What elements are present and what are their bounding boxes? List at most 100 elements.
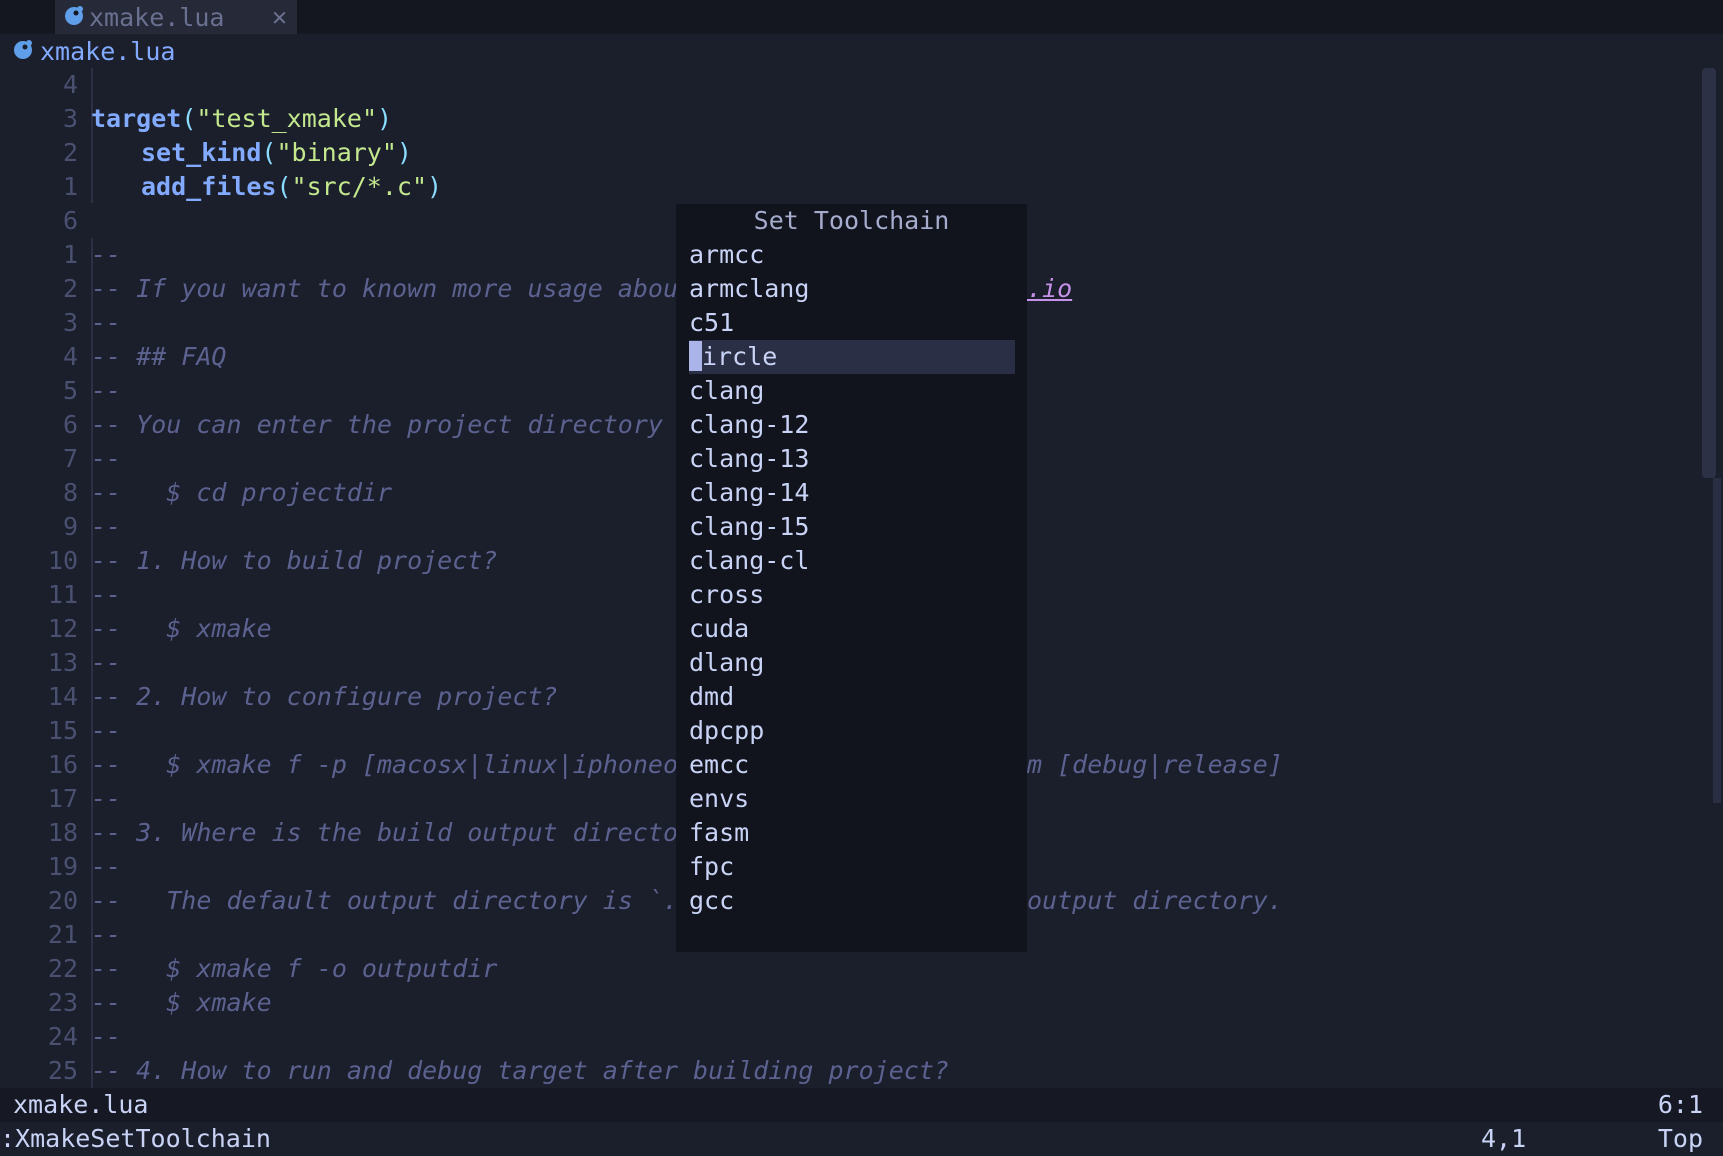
code-line[interactable]: 4 — [0, 68, 1700, 102]
line-content: -- — [91, 714, 121, 748]
toolchain-option[interactable]: dlang — [689, 646, 1015, 680]
toolchain-option[interactable]: armclang — [689, 272, 1015, 306]
statusline: xmake.lua 6:1 — [0, 1088, 1723, 1122]
status-position: 6:1 — [1657, 1090, 1703, 1119]
line-number: 10 — [47, 546, 78, 575]
line-content: -- ## FAQ — [91, 340, 226, 374]
comment-text: -- 3. Where is the build output director… — [91, 818, 724, 847]
toolchain-option-label: dmd — [689, 682, 735, 711]
line-number: 24 — [47, 1022, 78, 1051]
line-number: 19 — [47, 852, 78, 881]
toolchain-option[interactable]: clang-cl — [689, 544, 1015, 578]
function-name: target — [91, 104, 182, 133]
toolchain-option-label: clang-12 — [689, 410, 810, 439]
comment-text: -- 1. How to build project? — [91, 546, 498, 575]
toolchain-option[interactable]: gcc — [689, 884, 1015, 918]
line-content: -- 2. How to configure project? — [91, 680, 558, 714]
toolchain-option-label: gcc — [689, 886, 735, 915]
code-line[interactable]: 1 add_files("src/*.c") — [0, 170, 1700, 204]
toolchain-option[interactable]: envs — [689, 782, 1015, 816]
toolchain-option-label: cross — [689, 580, 765, 609]
comment-text: -- If you want to known more usage about… — [91, 274, 769, 303]
comment-text: -- — [91, 308, 122, 337]
punctuation: ( — [276, 172, 292, 201]
toolchain-option[interactable]: cross — [689, 578, 1015, 612]
toolchain-option[interactable]: emcc — [689, 748, 1015, 782]
toolchain-option[interactable]: clang-12 — [689, 408, 1015, 442]
toolchain-option[interactable]: clang-13 — [689, 442, 1015, 476]
line-content: -- — [91, 238, 121, 272]
toolchain-option-label: emcc — [689, 750, 750, 779]
comment-text: -- 2. How to configure project? — [91, 682, 558, 711]
code-line[interactable]: 22 -- $ xmake f -o outputdir — [0, 952, 1700, 986]
line-number: 23 — [47, 988, 78, 1017]
toolchain-option[interactable]: clang — [689, 374, 1015, 408]
toolchain-option-label: armcc — [689, 240, 765, 269]
punctuation: ) — [377, 104, 393, 133]
command-line[interactable]: :XmakeSetToolchain 4,1 Top — [0, 1122, 1723, 1156]
toolchain-option[interactable]: c51 — [689, 306, 1015, 340]
line-number: 2 — [62, 274, 78, 303]
comment-text: -- $ xmake — [91, 988, 272, 1017]
line-number: 20 — [47, 886, 78, 915]
toolchain-option-label: clang — [689, 376, 765, 405]
line-content: -- — [91, 646, 121, 680]
code-line[interactable]: 2 set_kind("binary") — [0, 136, 1700, 170]
line-content: -- $ xmake — [91, 612, 272, 646]
toolchain-picker: Set Toolchain armcc armclang c51 ircle clang… — [676, 204, 1027, 952]
tab-label: xmake.lua — [89, 2, 225, 32]
comment-text: -- — [91, 1022, 122, 1051]
comment-text: -- — [91, 376, 122, 405]
code-line[interactable]: 23 -- $ xmake — [0, 986, 1700, 1020]
url-link[interactable]: .io — [1027, 272, 1072, 306]
code-line[interactable]: 3 target("test_xmake") — [0, 102, 1700, 136]
line-number: 12 — [47, 614, 78, 643]
comment-text: -- ## FAQ — [91, 342, 227, 371]
toolchain-option-label: c51 — [689, 308, 735, 337]
line-content: -- — [91, 782, 121, 816]
toolchain-option[interactable]: cuda — [689, 612, 1015, 646]
scrollbar-track[interactable] — [1713, 478, 1721, 803]
comment-text: -- — [91, 648, 122, 677]
toolchain-option-label: armclang — [689, 274, 810, 303]
toolchain-option-label: clang-cl — [689, 546, 810, 575]
toolchain-option[interactable]: fasm — [689, 816, 1015, 850]
line-number: 6 — [62, 206, 78, 235]
line-number: 4 — [62, 342, 78, 371]
code-line[interactable]: 25 -- 4. How to run and debug target afte… — [0, 1054, 1700, 1088]
line-content: target("test_xmake") — [91, 102, 392, 136]
line-number: 11 — [47, 580, 78, 609]
scrollbar-thumb[interactable] — [1702, 68, 1716, 478]
comment-text: -- — [91, 852, 122, 881]
toolchain-option[interactable]: clang-15 — [689, 510, 1015, 544]
comment-text: -- The default output directory is `./bu… — [91, 886, 769, 915]
picker-title: Set Toolchain — [753, 206, 950, 235]
line-number: 22 — [47, 954, 78, 983]
close-icon[interactable]: ✕ — [272, 2, 287, 31]
comment-text: -- — [91, 580, 122, 609]
comment-text: -- — [91, 240, 122, 269]
line-number: 13 — [47, 648, 78, 677]
toolchain-option[interactable]: ircle — [689, 340, 1015, 374]
comment-text: -- — [91, 716, 122, 745]
line-number: 3 — [62, 308, 78, 337]
line-number: 15 — [47, 716, 78, 745]
toolchain-option[interactable]: clang-14 — [689, 476, 1015, 510]
code-line[interactable]: 24 -- — [0, 1020, 1700, 1054]
comment-text: -- $ xmake f -o outputdir — [91, 954, 498, 983]
ruler: 4,1 — [1481, 1124, 1527, 1153]
toolchain-option[interactable]: armcc — [689, 238, 1015, 272]
line-content: -- — [91, 510, 121, 544]
line-number: 9 — [62, 512, 78, 541]
toolchain-option[interactable]: dmd — [689, 680, 1015, 714]
toolchain-option-label: fasm — [689, 818, 750, 847]
line-content: -- — [91, 850, 121, 884]
tab-xmake-lua[interactable]: xmake.lua ✕ — [55, 0, 297, 34]
line-content: -- If you want to known more usage about… — [91, 272, 768, 306]
comment-text: m [debug|release] — [1027, 750, 1283, 779]
line-content: -- $ xmake f -o outputdir — [91, 952, 497, 986]
toolchain-option[interactable]: fpc — [689, 850, 1015, 884]
toolchain-option[interactable]: dpcpp — [689, 714, 1015, 748]
punctuation: ) — [427, 172, 443, 201]
line-number: 1 — [62, 172, 78, 201]
